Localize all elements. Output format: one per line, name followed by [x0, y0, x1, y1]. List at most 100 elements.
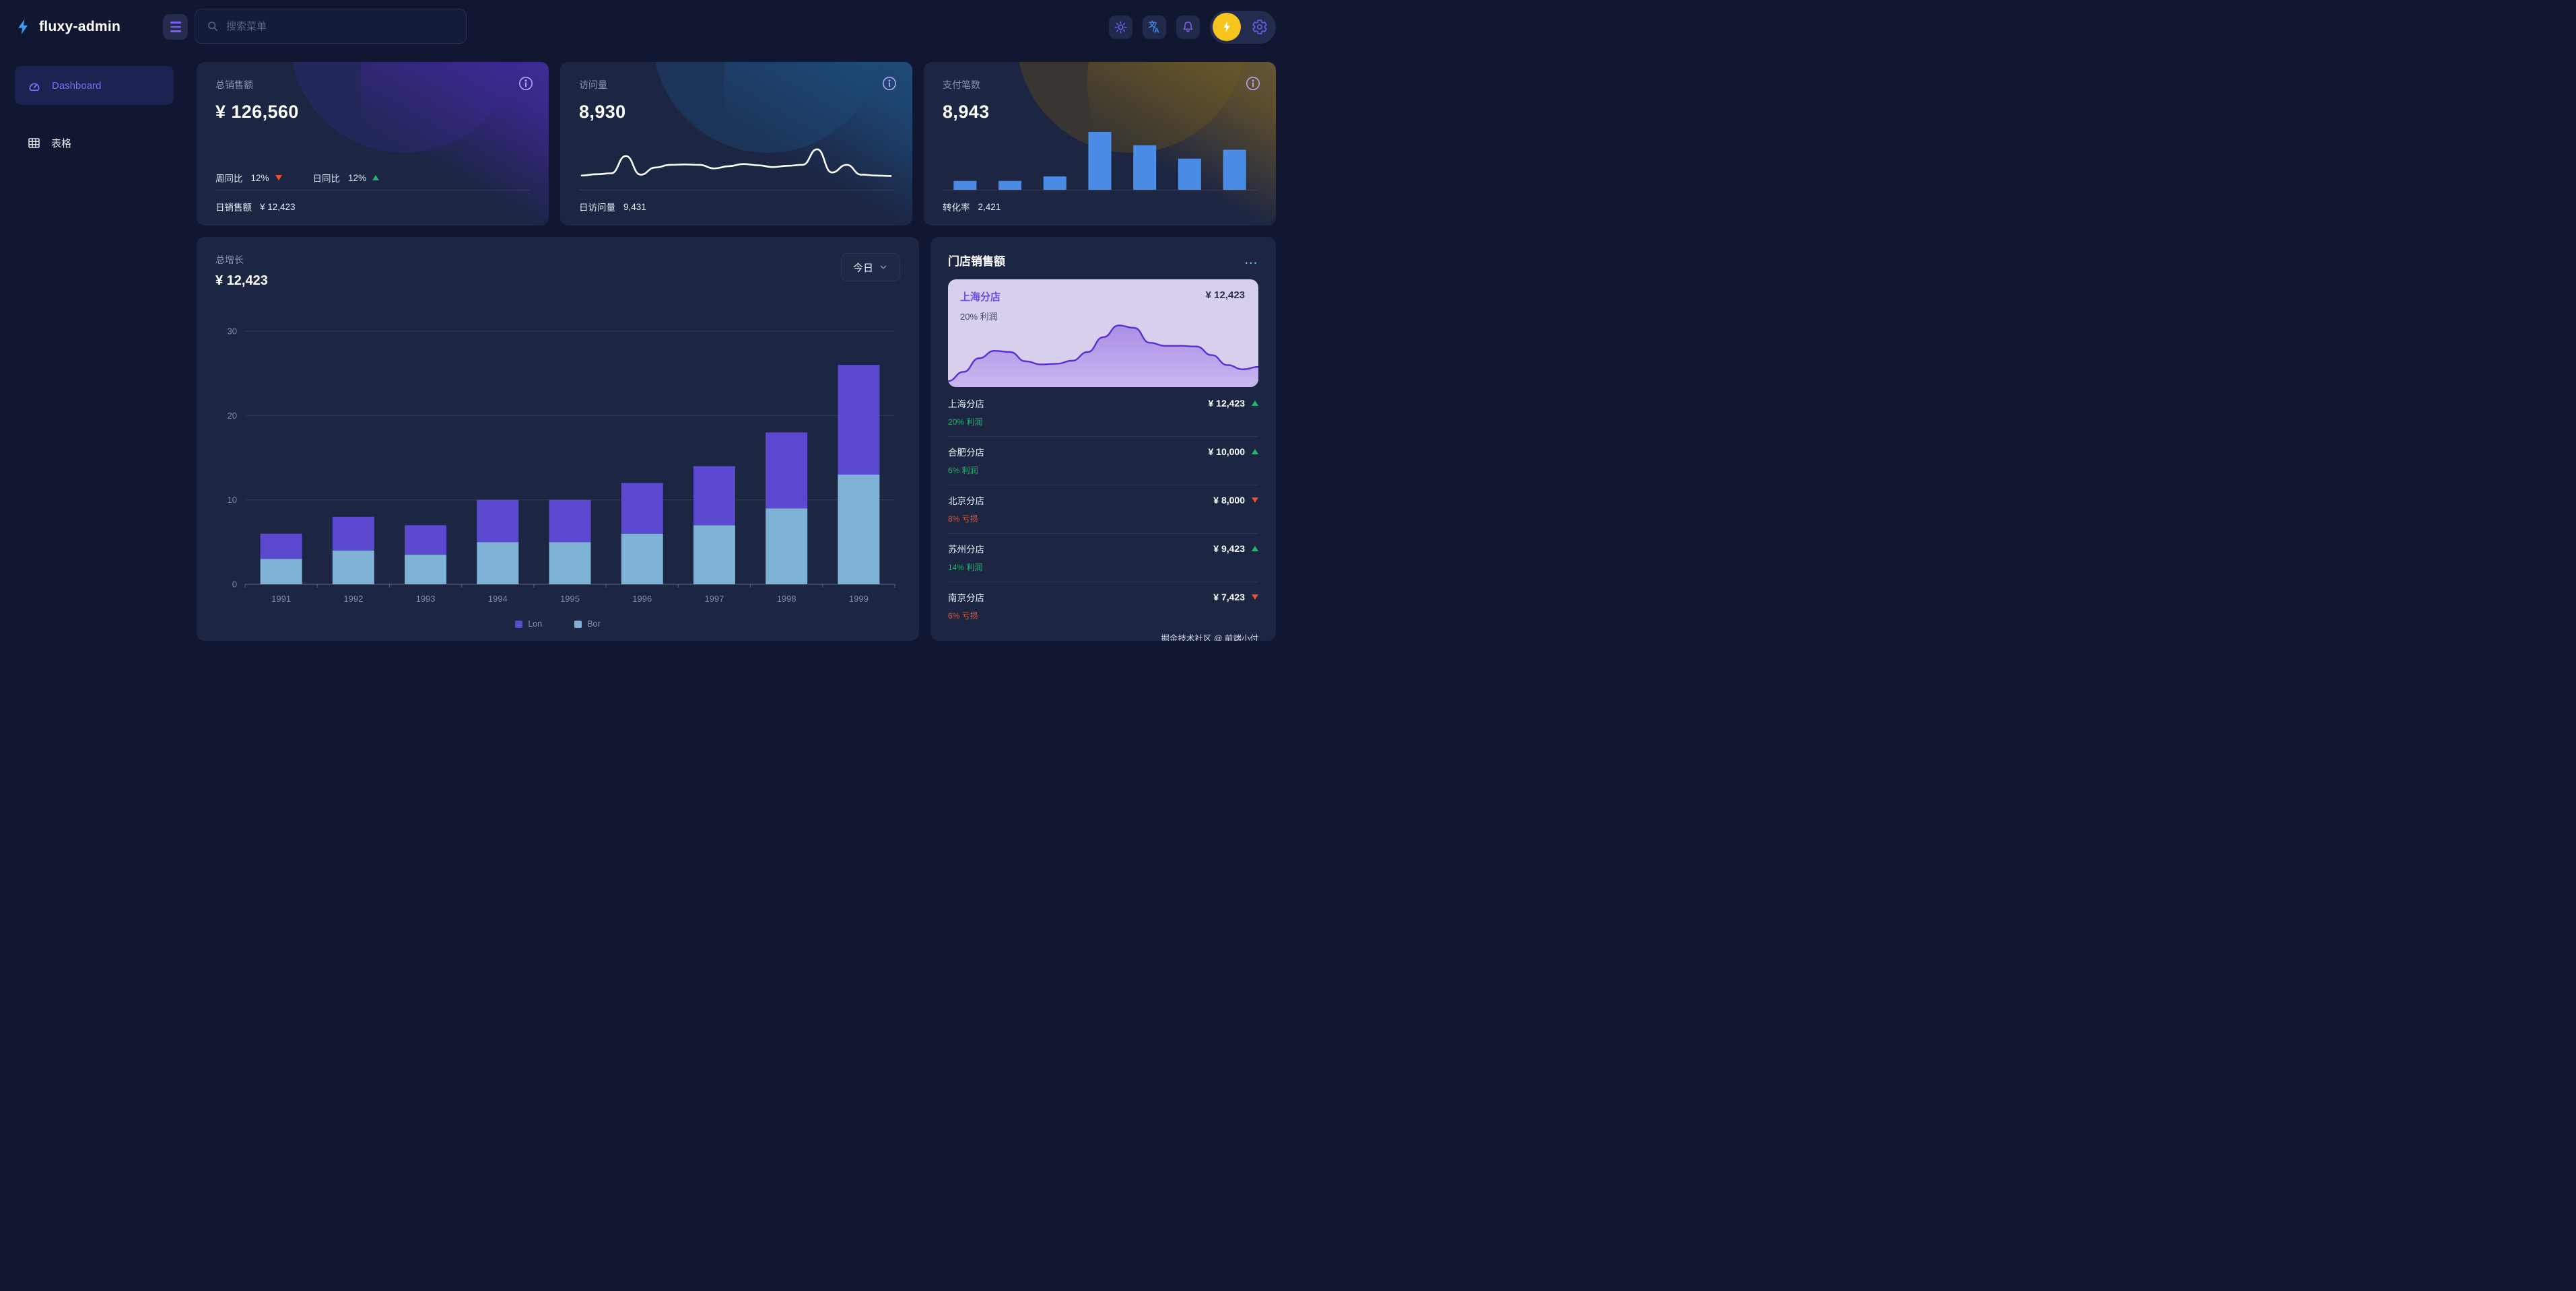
date-range-label: 今日: [853, 260, 873, 275]
sidebar-item-table[interactable]: 表格: [15, 128, 174, 158]
svg-text:1993: 1993: [416, 594, 436, 604]
payments-bar-chart: [943, 128, 1257, 190]
app-title: fluxy-admin: [39, 19, 121, 35]
legend-label: Lon: [528, 619, 542, 629]
topbar: fluxy-admin 文 A: [0, 0, 1288, 54]
store-sub: 6% 利润: [948, 464, 1258, 476]
store-name: 合肥分店: [948, 445, 984, 458]
svg-text:0: 0: [232, 580, 237, 590]
menu-toggle-button[interactable]: [163, 14, 188, 40]
bottom-row: 总增长 ¥ 12,423 今日 010203019911992199319941…: [197, 237, 1276, 641]
arrow-down-icon: [1252, 497, 1258, 503]
store-name: 南京分店: [948, 590, 984, 604]
svg-text:1996: 1996: [632, 594, 652, 604]
sidebar-item-label: 表格: [51, 136, 71, 150]
more-ellipsis-icon[interactable]: ...: [1245, 257, 1258, 264]
search-icon: [206, 20, 219, 33]
svg-text:1998: 1998: [777, 594, 796, 604]
footer-label: 日访问量: [579, 200, 615, 213]
table-icon: [27, 136, 41, 150]
info-icon[interactable]: [1245, 75, 1261, 92]
notifications-button[interactable]: [1176, 15, 1200, 39]
search-box: [195, 9, 467, 44]
translate-icon: 文 A: [1147, 20, 1162, 34]
svg-text:1992: 1992: [343, 594, 363, 604]
footer-value: 9,431: [623, 202, 646, 212]
gear-icon[interactable]: [1252, 19, 1268, 35]
payments-minibars: [943, 128, 1257, 190]
card-title: 访问量: [579, 78, 893, 92]
sidebar: Dashboard 表格: [0, 54, 189, 646]
panel-title: 门店销售额: [948, 252, 1005, 269]
store-value: ¥ 9,423: [1213, 543, 1245, 554]
chevron-down-icon: [879, 263, 888, 272]
footer-value: ¥ 12,423: [260, 202, 296, 212]
featured-store-value: ¥ 12,423: [1206, 289, 1245, 301]
card-title: 总销售额: [215, 78, 530, 92]
arrow-up-icon: [372, 175, 379, 180]
trend-label: 日同比: [313, 171, 341, 184]
topbar-actions: 文 A: [1109, 0, 1276, 54]
trend-label: 周同比: [215, 171, 243, 184]
card-total-sales: 总销售额 ¥ 126,560 周同比 12% 日同比 12%: [197, 62, 549, 225]
info-icon[interactable]: [518, 75, 534, 92]
sidebar-item-label: Dashboard: [52, 80, 101, 92]
search-input[interactable]: [219, 9, 466, 43]
store-sub: 6% 亏损: [948, 610, 1258, 621]
card-value: 8,930: [579, 102, 893, 123]
bell-icon: [1181, 20, 1195, 34]
svg-text:1995: 1995: [560, 594, 580, 604]
store-sub: 14% 利润: [948, 561, 1258, 573]
sidebar-item-dashboard[interactable]: Dashboard: [15, 66, 174, 105]
svg-text:30: 30: [228, 326, 237, 337]
date-range-select[interactable]: 今日: [841, 253, 900, 281]
featured-area-chart: [948, 317, 1258, 387]
legend-item-bor[interactable]: Bor: [574, 619, 600, 629]
arrow-down-icon: [1252, 594, 1258, 600]
legend-swatch-lon: [515, 621, 522, 628]
menu-icon: [170, 22, 181, 24]
featured-store-name: 上海分店: [960, 289, 1001, 304]
main-content: 总销售额 ¥ 126,560 周同比 12% 日同比 12%: [197, 54, 1276, 640]
legend-swatch-bor: [574, 621, 582, 628]
arrow-down-icon: [275, 175, 282, 180]
app-logo: fluxy-admin: [15, 0, 121, 54]
featured-store-card: 上海分店 ¥ 12,423 20% 利润: [948, 279, 1258, 387]
card-visits: 访问量 8,930 日访问量 9,431: [560, 62, 912, 225]
store-list-item: 合肥分店 ¥ 10,000 6% 利润: [948, 437, 1258, 485]
panel-store-sales: 门店销售额 ... 上海分店 ¥ 12,423 20% 利润 上海分店 ¥ 12…: [930, 237, 1276, 641]
info-icon[interactable]: [881, 75, 897, 92]
store-value: ¥ 7,423: [1213, 592, 1245, 602]
avatar-lightning-icon: [1220, 20, 1233, 34]
trend-weekly: 周同比 12%: [215, 171, 282, 184]
store-value: ¥ 10,000: [1209, 446, 1246, 457]
avatar[interactable]: [1213, 13, 1241, 41]
store-list-item: 北京分店 ¥ 8,000 8% 亏损: [948, 485, 1258, 534]
trend-daily: 日同比 12%: [313, 171, 380, 184]
card-title: 支付笔数: [943, 78, 1257, 92]
store-name: 苏州分店: [948, 542, 984, 555]
language-button[interactable]: 文 A: [1143, 15, 1166, 39]
trend-value: 12%: [348, 173, 366, 183]
card-value: 8,943: [943, 102, 1257, 123]
store-name: 北京分店: [948, 493, 984, 507]
footer-label: 日销售额: [215, 200, 252, 213]
svg-text:1997: 1997: [704, 594, 724, 604]
growth-title: 总增长: [215, 253, 900, 267]
trend-row: 周同比 12% 日同比 12%: [215, 171, 379, 184]
svg-text:1999: 1999: [849, 594, 869, 604]
growth-stacked-bar-chart: 0102030199119921993199419951996199719981…: [215, 291, 900, 615]
store-value: ¥ 8,000: [1213, 495, 1245, 505]
store-list: 上海分店 ¥ 12,423 20% 利润 合肥分店 ¥ 10,000 6% 利润…: [948, 388, 1258, 630]
theme-toggle-button[interactable]: [1109, 15, 1132, 39]
store-value: ¥ 12,423: [1209, 398, 1246, 409]
store-list-item: 上海分店 ¥ 12,423 20% 利润: [948, 388, 1258, 437]
growth-chart-svg: 0102030199119921993199419951996199719981…: [215, 323, 900, 615]
store-sub: 20% 利润: [948, 416, 1258, 427]
stat-cards-row: 总销售额 ¥ 126,560 周同比 12% 日同比 12%: [197, 62, 1276, 225]
svg-text:20: 20: [228, 411, 237, 421]
arrow-up-icon: [1252, 400, 1258, 406]
legend-item-lon[interactable]: Lon: [515, 619, 542, 629]
user-settings-pill[interactable]: [1210, 11, 1276, 44]
visits-sparkline: [579, 135, 893, 188]
